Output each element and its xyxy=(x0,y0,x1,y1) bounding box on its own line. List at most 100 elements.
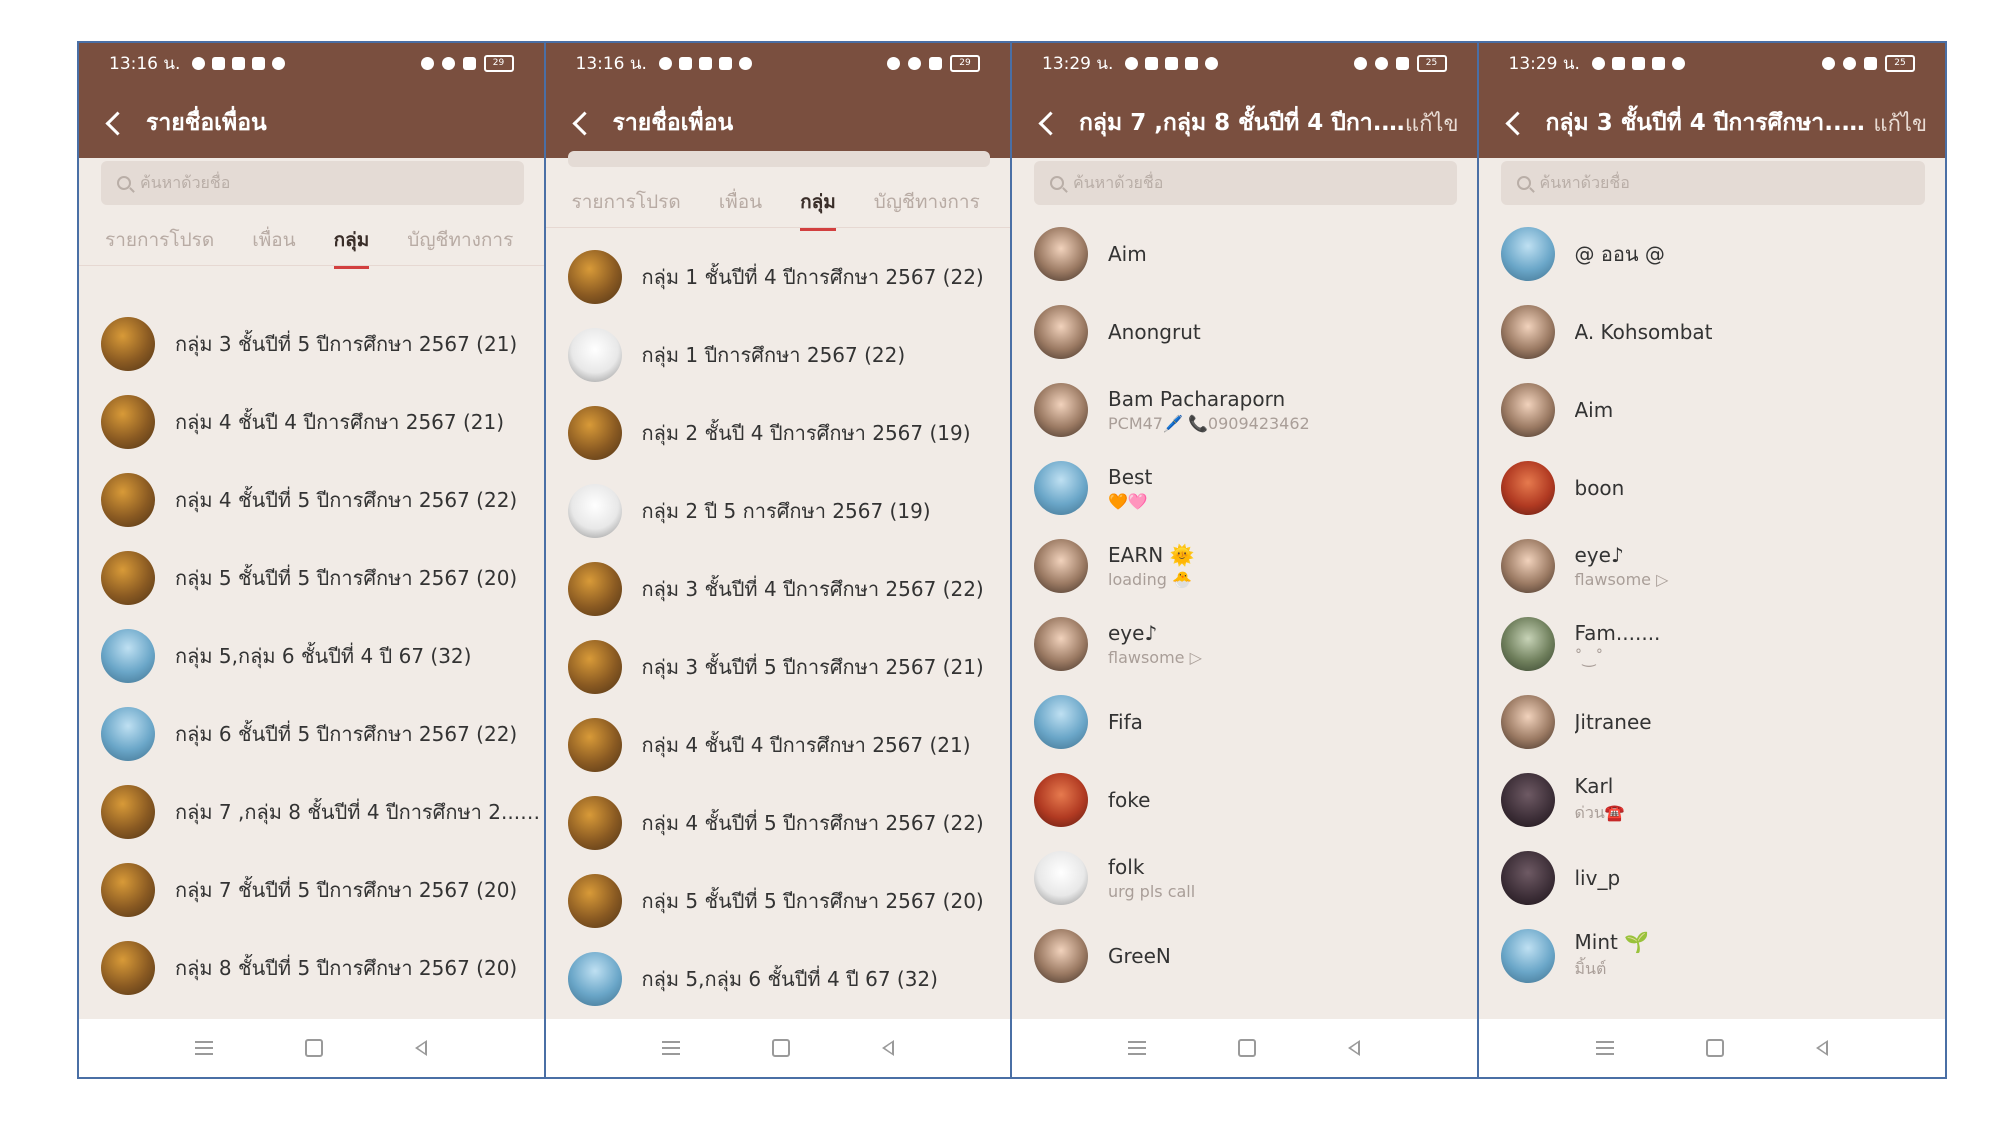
menu-icon[interactable] xyxy=(1595,1041,1614,1055)
list-item[interactable]: กลุ่ม 5 ชั้นปีที่ 5 ปีการศึกษา 2567 (20) xyxy=(546,862,1011,940)
battery-icon: 29 xyxy=(483,54,514,72)
list-item[interactable]: กลุ่ม 5 ชั้นปีที่ 5 ปีการศึกษา 2567 (20) xyxy=(79,539,544,617)
list-item[interactable]: Aim xyxy=(1479,371,1946,449)
notification-icon xyxy=(1651,56,1665,70)
list-item[interactable]: Fam....... ˚‿˚ xyxy=(1479,605,1946,683)
avatar xyxy=(101,707,155,761)
list-item-text: กลุ่ม 3 ชั้นปีที่ 4 ปีการศึกษา 2567 (22) xyxy=(642,573,984,605)
avatar xyxy=(101,629,155,683)
edit-button[interactable]: แก้ไข xyxy=(1405,106,1459,141)
search-input[interactable] xyxy=(567,151,990,167)
list-item[interactable]: กลุ่ม 5,กลุ่ม 6 ชั้นปีที่ 4 ปี 67 (32) xyxy=(546,940,1011,1018)
list-item[interactable]: Best 🧡🩷 xyxy=(1012,449,1477,527)
back-arrow-icon[interactable] xyxy=(105,110,130,136)
list-item[interactable]: กลุ่ม 5,กลุ่ม 6 ชั้นปีที่ 4 ปี 67 (32) xyxy=(79,617,544,695)
list-item[interactable]: กลุ่ม 4 ชั้นปีที่ 5 ปีการศึกษา 2567 (22) xyxy=(546,784,1011,862)
system-icons: 29 xyxy=(420,54,514,72)
search-input[interactable]: ค้นหาด้วยชื่อ xyxy=(101,161,524,205)
list-item[interactable]: Mint 🌱 มิ้นต์ xyxy=(1479,917,1946,995)
list-item[interactable]: กลุ่ม 8 ชั้นปีที่ 5 ปีการศึกษา 2567 (20) xyxy=(79,929,544,1007)
list-item[interactable]: A. Kohsombat xyxy=(1479,293,1946,371)
search-input[interactable]: ค้นหาด้วยชื่อ xyxy=(1500,161,1925,205)
list-item[interactable]: Jitranee xyxy=(1479,683,1946,761)
tab-4[interactable]: บัญชีทางการ xyxy=(874,187,980,217)
tab-bar: รายการโปรด เพื่อน กลุ่ม บัญชีทางการ xyxy=(79,215,544,269)
edit-button[interactable]: แก้ไข xyxy=(1873,106,1927,141)
list-item[interactable]: กลุ่ม 7 ,กลุ่ม 8 ชั้นปีที่ 4 ปีการศึกษา … xyxy=(79,773,544,851)
list-item[interactable]: กลุ่ม 4 ชั้นปีที่ 5 ปีการศึกษา 2567 (22) xyxy=(79,461,544,539)
contact-list: @ ออน @ A. Kohsombat Aim boon eye♪ flawsome … xyxy=(1479,215,1946,1019)
list-item[interactable]: กลุ่ม 1 ปีการศึกษา 2567 (22) xyxy=(546,316,1011,394)
list-item[interactable]: Fifa xyxy=(1012,683,1477,761)
list-item-name: กลุ่ม 6 ชั้นปีที่ 5 ปีการศึกษา 2567 (22) xyxy=(175,722,518,746)
list-item-text: กลุ่ม 8 ชั้นปีที่ 5 ปีการศึกษา 2567 (20) xyxy=(175,952,517,984)
list-item[interactable]: กลุ่ม 3 ชั้นปีที่ 5 ปีการศึกษา 2567 (21) xyxy=(546,628,1011,706)
wifi-icon xyxy=(908,56,921,70)
avatar xyxy=(1034,929,1088,983)
back-arrow-icon[interactable] xyxy=(1038,110,1063,136)
menu-icon[interactable] xyxy=(661,1041,680,1055)
list-item[interactable]: EARN 🌞 loading 🐣 xyxy=(1012,527,1477,605)
list-item[interactable]: กลุ่ม 4 ชั้นปี 4 ปีการศึกษา 2567 (21) xyxy=(79,383,544,461)
page-title: รายชื่อเพื่อน xyxy=(146,110,267,136)
list-item-text: Best 🧡🩷 xyxy=(1108,465,1152,511)
tab-4[interactable]: บัญชีทางการ xyxy=(407,225,513,255)
list-item[interactable]: กลุ่ม 3 ชั้นปีที่ 4 ปีการศึกษา 2567 (22) xyxy=(546,550,1011,628)
notification-icon xyxy=(1165,56,1179,70)
home-icon[interactable] xyxy=(305,1039,324,1057)
list-item[interactable]: กลุ่ม 1 ชั้นปีที่ 4 ปีการศึกษา 2567 (22) xyxy=(546,238,1011,316)
list-item-name: กลุ่ม 3 ชั้นปีที่ 5 ปีการศึกษา 2567 (21) xyxy=(641,655,984,679)
home-icon[interactable] xyxy=(1705,1039,1724,1057)
list-item[interactable]: liv_p xyxy=(1479,839,1946,917)
list-item[interactable]: Aim xyxy=(1012,215,1477,293)
nav-row: กลุ่ม 7 ,กลุ่ม 8 ชั้นปีที่ 4 ปีกา...(37)… xyxy=(1012,103,1477,143)
back-arrow-icon[interactable] xyxy=(1504,110,1530,136)
list-item[interactable]: GreeN xyxy=(1012,917,1477,995)
header-bar: 13:16 น. 29 รายชื่อเพื่อน xyxy=(79,43,544,158)
list-item[interactable]: Bam Pacharaporn PCM47🖊️ 📞0909423462 xyxy=(1012,371,1477,449)
back-icon[interactable] xyxy=(881,1040,894,1056)
avatar xyxy=(1034,695,1088,749)
back-arrow-icon[interactable] xyxy=(571,110,597,136)
menu-icon[interactable] xyxy=(195,1041,214,1055)
tab-2[interactable]: เพื่อน xyxy=(719,187,762,217)
list-item[interactable]: Karl ด่วน☎️ xyxy=(1479,761,1946,839)
list-item[interactable]: eye♪ flawsome ▷ xyxy=(1012,605,1477,683)
list-item[interactable]: boon xyxy=(1479,449,1946,527)
list-item[interactable]: Anongrut xyxy=(1012,293,1477,371)
tab-1[interactable]: รายการโปรด xyxy=(105,225,214,255)
list-item-name: กลุ่ม 3 ชั้นปีที่ 5 ปีการศึกษา 2567 (21) xyxy=(175,332,518,356)
avatar xyxy=(101,785,155,839)
list-item-name: Jitranee xyxy=(1574,710,1652,734)
notification-icon xyxy=(1671,56,1685,70)
tab-2[interactable]: เพื่อน xyxy=(252,225,295,255)
notification-icon xyxy=(1611,56,1625,70)
tab-3[interactable]: กลุ่ม xyxy=(800,187,836,231)
list-item[interactable]: @ ออน @ xyxy=(1479,215,1946,293)
list-item-name: Bam Pacharaporn xyxy=(1108,387,1286,411)
menu-icon[interactable] xyxy=(1128,1041,1147,1055)
search-input[interactable]: ค้นหาด้วยชื่อ xyxy=(1034,161,1457,205)
home-icon[interactable] xyxy=(1238,1039,1257,1057)
list-item[interactable]: กลุ่ม 6 ชั้นปีที่ 5 ปีการศึกษา 2567 (22) xyxy=(79,695,544,773)
tab-1[interactable]: รายการโปรด xyxy=(572,187,681,217)
list-item[interactable]: กลุ่ม 7 ชั้นปีที่ 5 ปีการศึกษา 2567 (20) xyxy=(79,851,544,929)
list-item[interactable]: กลุ่ม 3 ชั้นปีที่ 5 ปีการศึกษา 2567 (21) xyxy=(79,305,544,383)
list-item[interactable]: folk urg pls call xyxy=(1012,839,1477,917)
list-item-text: Mint 🌱 มิ้นต์ xyxy=(1575,930,1650,982)
back-icon[interactable] xyxy=(415,1040,428,1056)
list-item[interactable]: foke xyxy=(1012,761,1477,839)
avatar xyxy=(567,250,622,304)
list-item-text: foke xyxy=(1108,788,1150,812)
home-icon[interactable] xyxy=(771,1039,790,1057)
list-item[interactable]: eye♪ flawsome ▷ xyxy=(1479,527,1946,605)
avatar xyxy=(1500,227,1555,281)
back-icon[interactable] xyxy=(1348,1040,1361,1056)
list-item[interactable]: กลุ่ม 2 ปี 5 การศึกษา 2567 (19) xyxy=(546,472,1011,550)
list-item[interactable]: กลุ่ม 4 ชั้นปี 4 ปีการศึกษา 2567 (21) xyxy=(546,706,1011,784)
search-placeholder: ค้นหาด้วยชื่อ xyxy=(1539,172,1630,192)
avatar xyxy=(567,406,622,460)
list-item[interactable]: กลุ่ม 2 ชั้นปี 4 ปีการศึกษา 2567 (19) xyxy=(546,394,1011,472)
tab-3[interactable]: กลุ่ม xyxy=(333,225,369,269)
back-icon[interactable] xyxy=(1815,1040,1828,1056)
